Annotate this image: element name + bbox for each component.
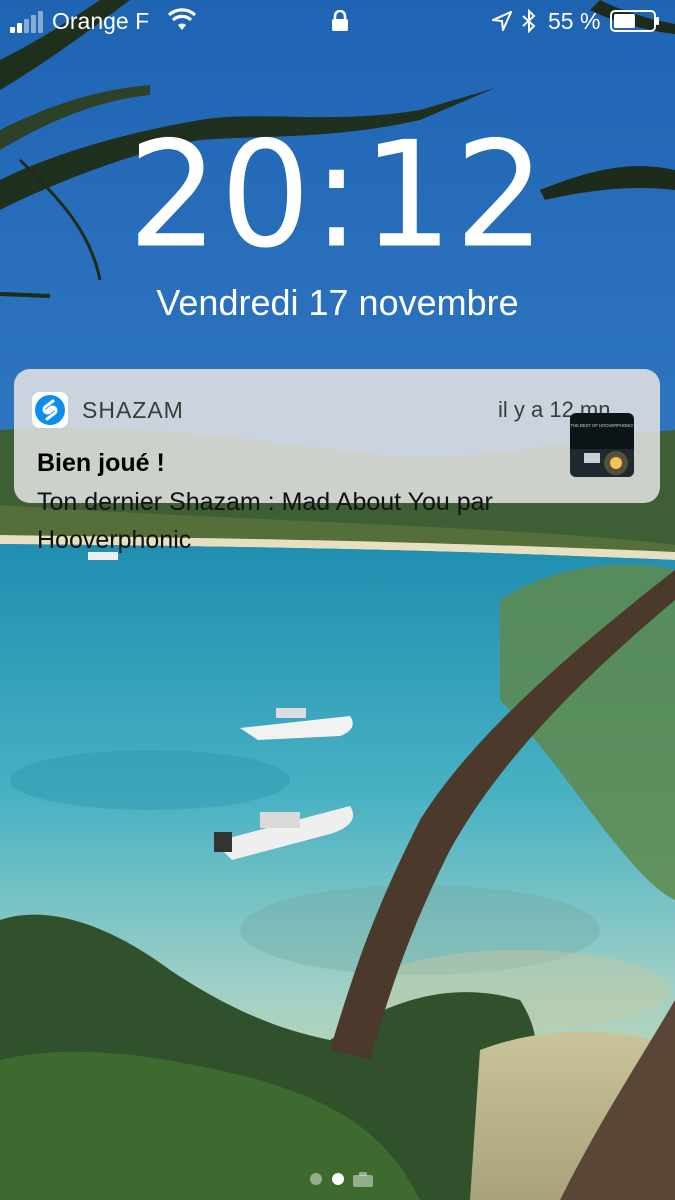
location-arrow-icon xyxy=(492,11,512,31)
notification-body: Ton dernier Shazam : Mad About You par H… xyxy=(37,488,493,554)
lock-icon xyxy=(332,10,348,31)
lock-screen-time: 20:12 xyxy=(127,110,548,281)
battery-icon xyxy=(610,10,659,32)
page-dot-active[interactable] xyxy=(332,1173,344,1185)
shazam-icon xyxy=(32,392,68,428)
album-art-thumbnail: THE BEST OF HOOVERPHONIC xyxy=(570,413,634,477)
page-indicator[interactable] xyxy=(290,1168,390,1188)
status-bar: Orange F 55 % xyxy=(0,0,675,44)
wifi-icon xyxy=(168,8,196,30)
notification-title: Bien joué ! xyxy=(37,449,165,477)
carrier-label: Orange F xyxy=(52,8,150,34)
signal-icon xyxy=(10,11,48,33)
album-art-text: THE BEST OF HOOVERPHONIC xyxy=(571,423,634,428)
battery-percent: 55 % xyxy=(548,8,601,34)
page-dot[interactable] xyxy=(310,1173,322,1185)
lock-screen-date: Vendredi 17 novembre xyxy=(156,282,519,323)
camera-page-icon[interactable] xyxy=(352,1171,374,1187)
bluetooth-icon xyxy=(522,9,536,33)
shazam-notification[interactable]: SHAZAM il y a 12 mn THE BEST OF HOOVERPH… xyxy=(14,369,660,554)
notification-app-name: SHAZAM xyxy=(82,397,184,423)
